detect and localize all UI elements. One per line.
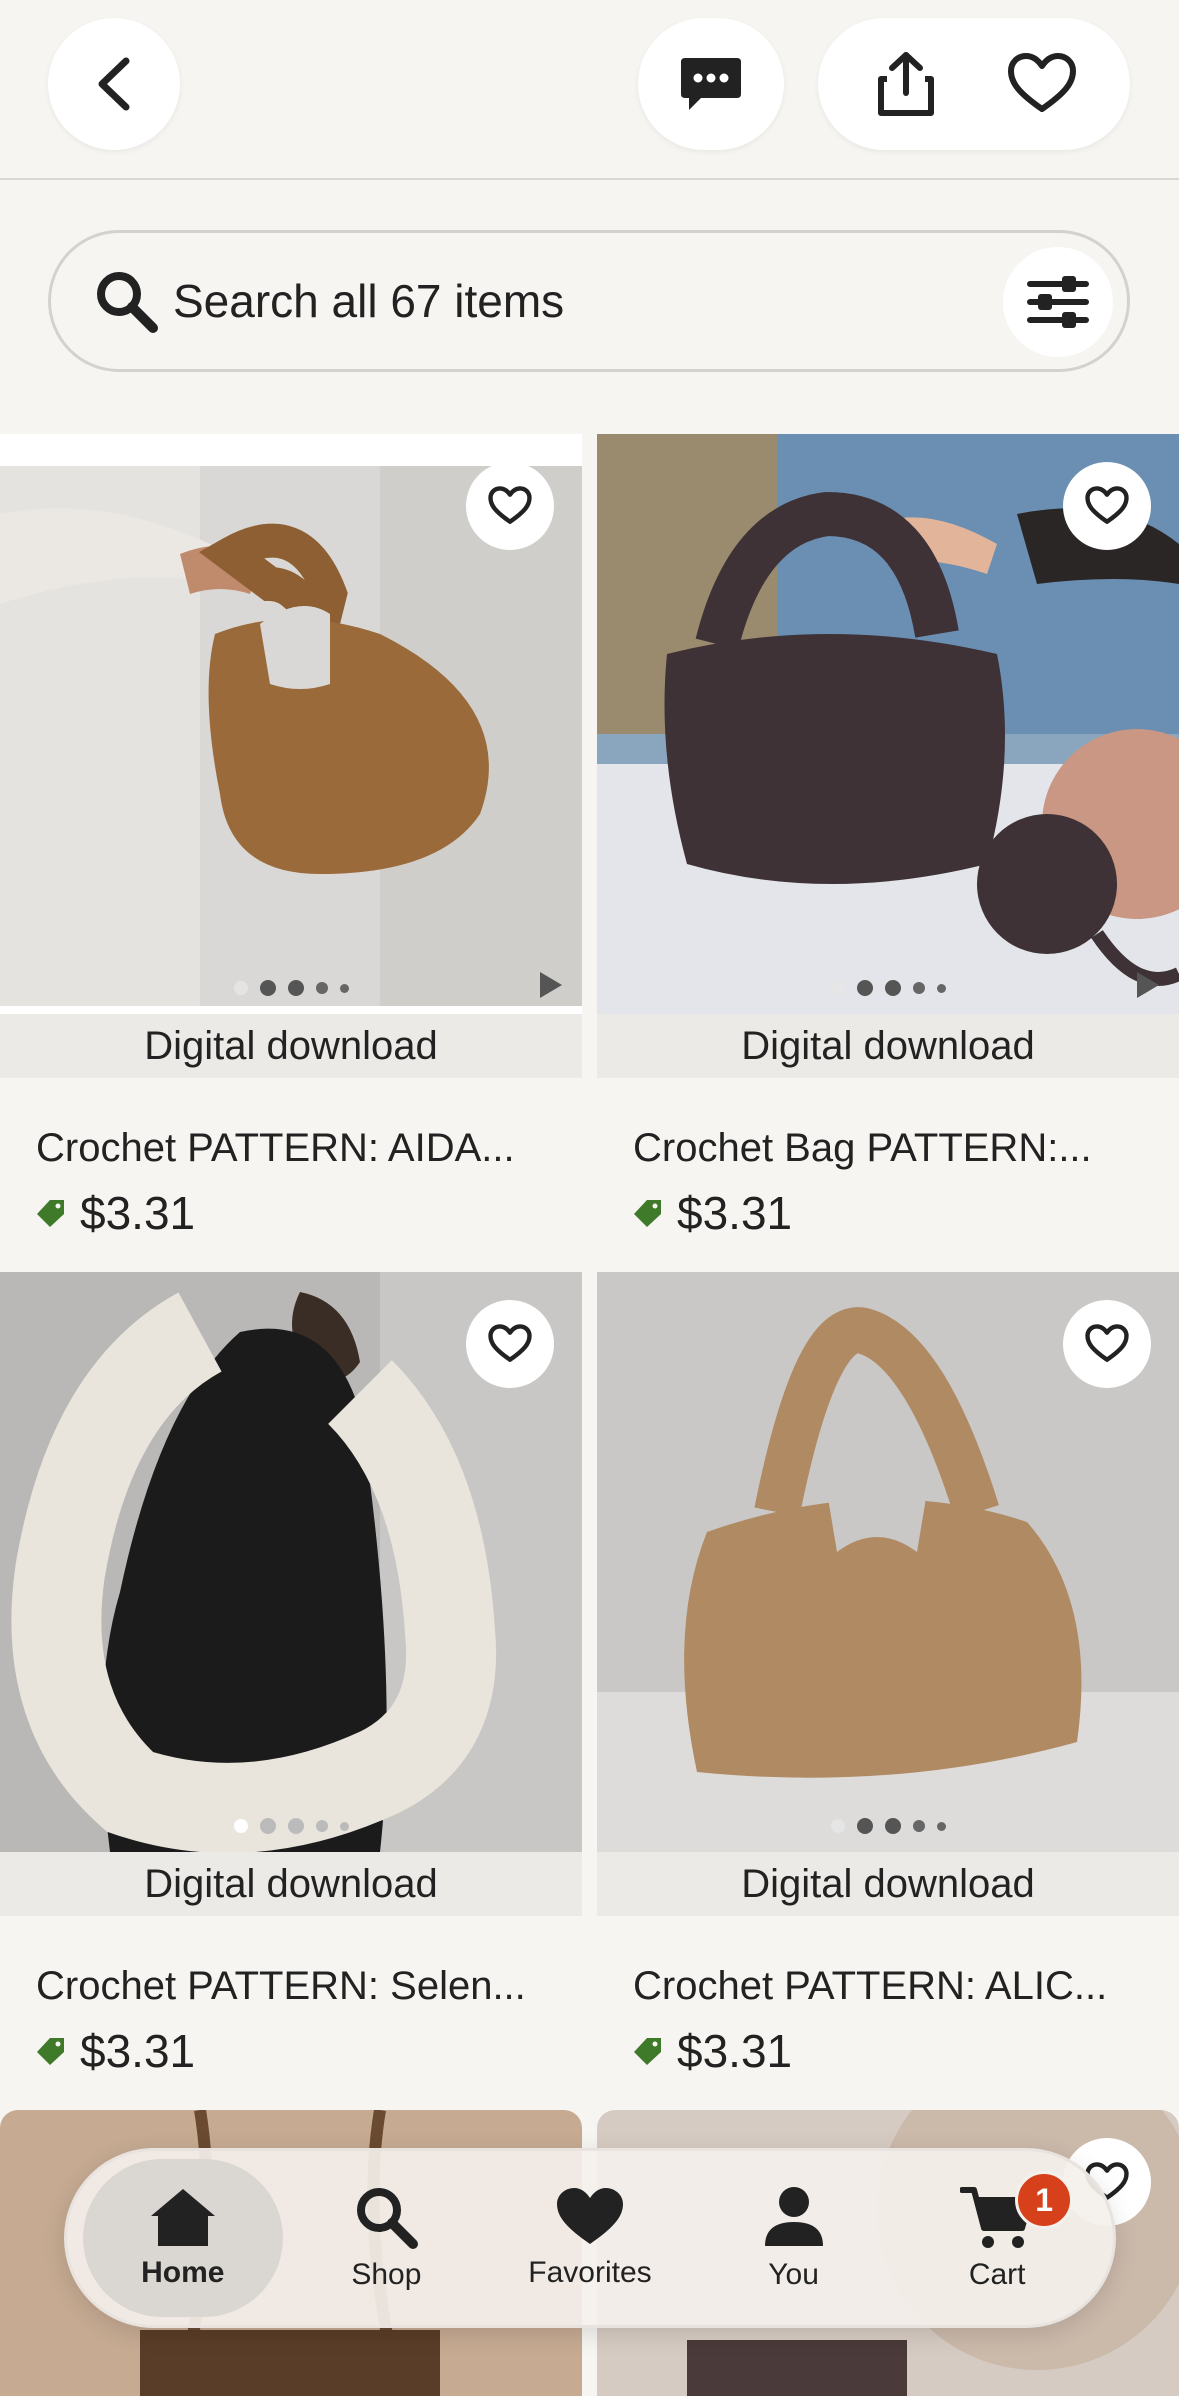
chevron-left-icon: [98, 57, 130, 111]
share-favorite-group: [818, 18, 1130, 150]
product-title[interactable]: Crochet PATTERN: Selen...: [36, 1964, 526, 2009]
product-title[interactable]: Crochet PATTERN: ALIC...: [633, 1964, 1107, 2009]
top-bar: [0, 0, 1179, 180]
message-icon: [681, 58, 741, 110]
image-carousel-dots: [597, 1818, 1179, 1834]
nav-cart[interactable]: Cart 1: [897, 2159, 1097, 2317]
favorite-button[interactable]: [466, 1300, 554, 1388]
heart-icon: [488, 486, 532, 524]
price-tag-icon: [37, 2038, 64, 2065]
nav-shop-label: Shop: [351, 2258, 422, 2291]
price-value: $3.31: [677, 2025, 793, 2077]
home-icon: [150, 2189, 215, 2246]
digital-download-badge: Digital download: [597, 1852, 1179, 1916]
user-icon: [764, 2187, 823, 2246]
product-price: $3.31: [36, 1186, 195, 1240]
digital-download-badge: Digital download: [0, 1852, 582, 1916]
favorite-button[interactable]: [1063, 462, 1151, 550]
search-input[interactable]: Search all 67 items: [173, 274, 564, 328]
price-tag-icon: [634, 1200, 661, 1227]
favorite-button[interactable]: [466, 462, 554, 550]
image-carousel-dots: [0, 1818, 582, 1834]
product-image[interactable]: [0, 434, 582, 1014]
heart-icon: [1085, 486, 1129, 524]
search-bar[interactable]: Search all 67 items: [48, 230, 1130, 372]
nav-favorites-label: Favorites: [528, 2256, 652, 2289]
search-icon: [357, 2188, 419, 2249]
heart-icon: [556, 2188, 623, 2244]
heart-icon: [488, 1324, 532, 1362]
price-tag-icon: [37, 1200, 64, 1227]
favorite-button[interactable]: [1063, 1300, 1151, 1388]
product-card[interactable]: Digital download Crochet Bag PATTERN:...…: [597, 434, 1179, 1239]
product-image[interactable]: [0, 1272, 582, 1852]
digital-download-badge: Digital download: [0, 1014, 582, 1078]
digital-download-badge: Digital download: [597, 1014, 1179, 1078]
nav-shop[interactable]: Shop: [286, 2159, 486, 2317]
product-card[interactable]: Digital download Crochet PATTERN: ALIC..…: [597, 1272, 1179, 2077]
price-value: $3.31: [80, 2025, 196, 2077]
filter-button[interactable]: [1003, 247, 1113, 357]
price-value: $3.31: [677, 1187, 793, 1239]
product-card[interactable]: Digital download Crochet PATTERN: AIDA..…: [0, 434, 582, 1239]
favorite-shop-button[interactable]: [1002, 44, 1082, 124]
nav-you-label: You: [768, 2258, 819, 2291]
back-button[interactable]: [48, 18, 180, 150]
product-title[interactable]: Crochet PATTERN: AIDA...: [36, 1126, 515, 1171]
nav-home-label: Home: [141, 2256, 225, 2289]
nav-favorites[interactable]: Favorites: [490, 2159, 690, 2317]
bottom-navigation: Home Shop Favorites You Cart 1: [64, 2148, 1116, 2328]
nav-cart-label: Cart: [968, 2258, 1026, 2291]
product-image[interactable]: [597, 1272, 1179, 1852]
image-carousel-dots: [0, 980, 582, 996]
share-button[interactable]: [866, 44, 946, 124]
nav-you[interactable]: You: [694, 2159, 894, 2317]
sliders-icon: [1027, 276, 1089, 328]
share-icon: [878, 52, 934, 116]
cart-count-badge: 1: [1015, 2171, 1074, 2229]
product-card[interactable]: Digital download Crochet PATTERN: Selen.…: [0, 1272, 582, 2077]
price-value: $3.31: [80, 1187, 196, 1239]
product-price: $3.31: [633, 1186, 792, 1240]
product-image[interactable]: [597, 434, 1179, 1014]
play-icon[interactable]: [1137, 972, 1159, 998]
message-button[interactable]: [638, 18, 784, 150]
search-icon: [97, 272, 158, 333]
heart-icon: [1085, 1324, 1129, 1362]
product-price: $3.31: [633, 2024, 792, 2078]
play-icon[interactable]: [540, 972, 562, 998]
product-title[interactable]: Crochet Bag PATTERN:...: [633, 1126, 1092, 1171]
heart-icon: [1008, 53, 1076, 112]
product-price: $3.31: [36, 2024, 195, 2078]
nav-home[interactable]: Home: [82, 2159, 283, 2317]
price-tag-icon: [634, 2038, 661, 2065]
image-carousel-dots: [597, 980, 1179, 996]
